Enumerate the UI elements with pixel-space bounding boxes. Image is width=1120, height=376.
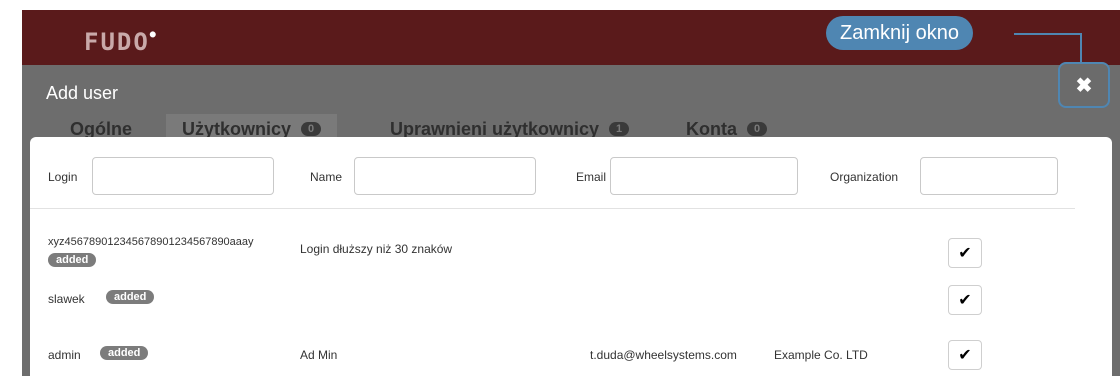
organization-filter-label: Organization: [830, 170, 899, 184]
status-badge-cell: added: [48, 252, 97, 267]
user-email: t.duda@wheelsystems.com: [590, 348, 737, 362]
name-filter-input[interactable]: [354, 157, 536, 195]
tab-count: 0: [747, 122, 767, 136]
select-user-button[interactable]: ✔: [948, 340, 982, 370]
app-shell: FUDO● Add user Ogólne Użytkownicy 0 Upra…: [22, 10, 1120, 376]
callout-label: Zamknij okno: [826, 16, 973, 50]
check-icon: ✔: [958, 347, 972, 364]
user-login: admin: [48, 348, 81, 362]
close-icon: ✖: [1075, 74, 1093, 97]
left-margin: [0, 0, 22, 376]
status-badge: added: [100, 346, 149, 360]
modal-title: Add user: [46, 83, 119, 103]
status-badge-cell: added: [100, 345, 149, 360]
status-badge-cell: added: [106, 289, 155, 304]
user-login: xyz45678901234567890123456789​0aaay: [48, 236, 254, 248]
table-row: slawek added ✔: [30, 280, 1112, 320]
user-organization: Example Co. LTD: [774, 348, 868, 362]
filter-row: Login Name Email Organization: [48, 157, 1078, 197]
select-user-button[interactable]: ✔: [948, 238, 982, 268]
logo: FUDO●: [84, 28, 158, 56]
user-login: slawek: [48, 292, 85, 306]
status-badge: added: [106, 290, 155, 304]
select-user-button[interactable]: ✔: [948, 285, 982, 315]
callout-leader-horizontal: [1014, 33, 1082, 35]
status-badge: added: [48, 253, 97, 267]
organization-filter-input[interactable]: [920, 157, 1058, 195]
logo-text: FUDO: [84, 28, 150, 56]
tab-count: 0: [301, 122, 322, 136]
logo-dot: ●: [149, 29, 158, 40]
table-row: xyz45678901234567890123456789​0aaay adde…: [30, 230, 1112, 270]
modal-body: Login Name Email Organization xyz4567890…: [30, 137, 1112, 376]
tab-count: 1: [609, 122, 630, 136]
table-row: admin added Ad Min t.duda@wheelsystems.c…: [30, 330, 1112, 370]
check-icon: ✔: [958, 245, 972, 262]
login-filter-label: Login: [48, 170, 78, 184]
user-name: Ad Min: [300, 348, 338, 362]
email-filter-label: Email: [576, 170, 607, 184]
email-filter-input[interactable]: [610, 157, 798, 195]
callout-leader-vertical: [1080, 33, 1082, 63]
filter-divider: [30, 208, 1075, 209]
user-name: Login dłuższy niż 30 znaków: [300, 242, 453, 256]
login-filter-input[interactable]: [92, 157, 274, 195]
name-filter-label: Name: [310, 170, 343, 184]
close-button[interactable]: ✖: [1058, 62, 1110, 108]
check-icon: ✔: [958, 292, 972, 309]
